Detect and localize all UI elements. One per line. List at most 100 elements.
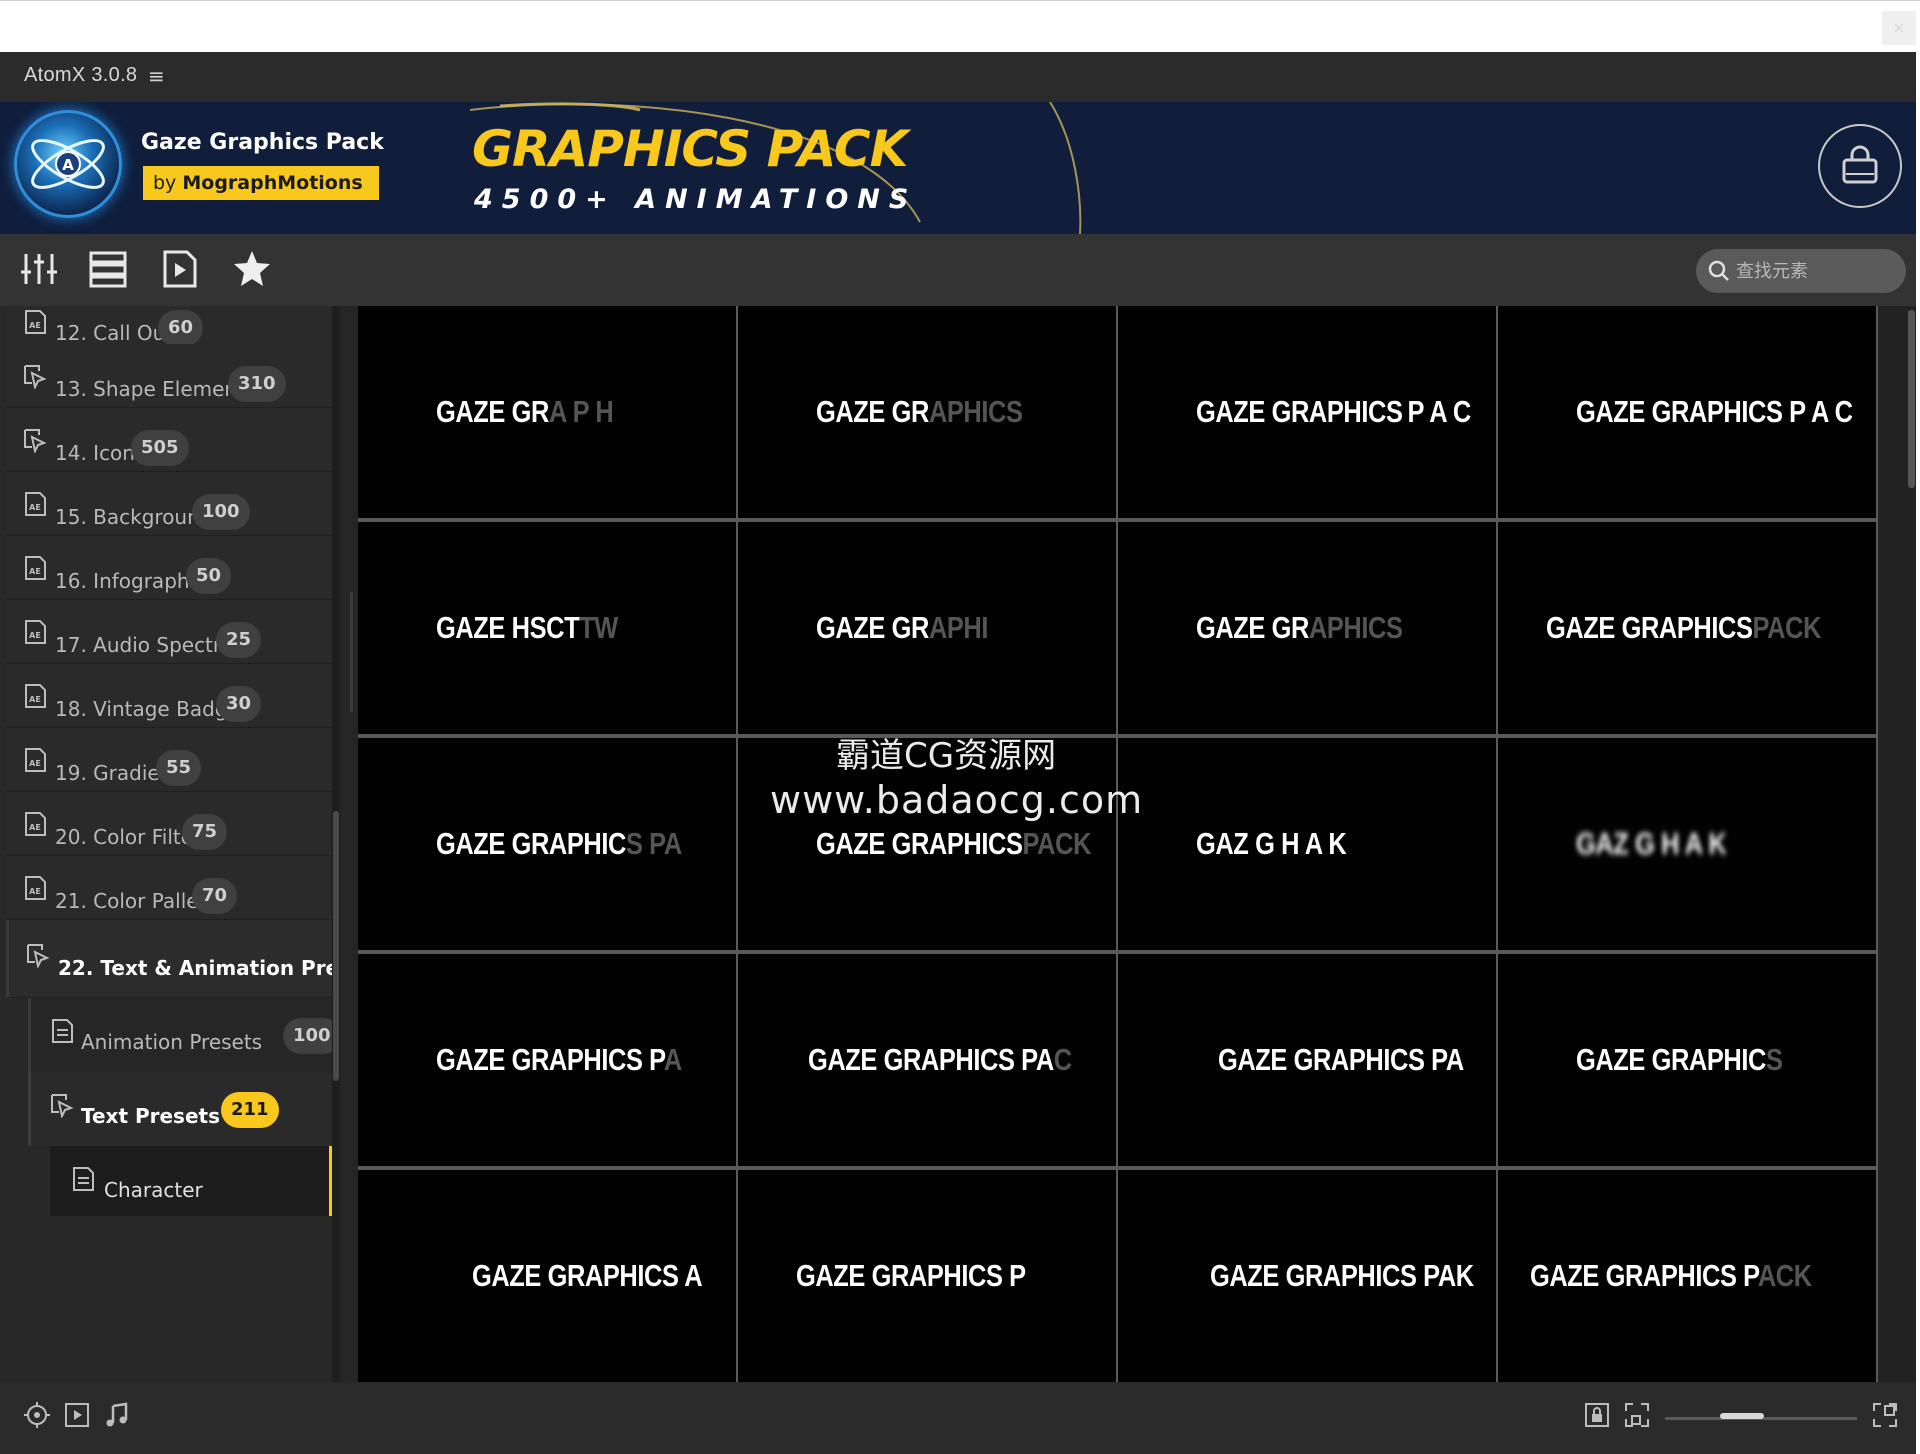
play-preview-button[interactable] <box>62 1400 92 1430</box>
sidebar-category-item[interactable]: 13. Shape Elements 310 <box>6 344 332 408</box>
ae-file-icon: AE <box>25 310 46 334</box>
store-button[interactable] <box>1818 124 1902 208</box>
preset-preview-tile[interactable]: GAZE GRAPHICS <box>1498 954 1876 1166</box>
list-view-button[interactable] <box>85 246 131 292</box>
preset-preview-fading-text: PACK <box>1752 610 1822 645</box>
preset-preview-tile[interactable]: GAZE GRAPHICS P <box>738 1170 1116 1382</box>
preset-preview-tile[interactable]: GAZE GRAPHICS <box>738 306 1116 518</box>
lock-button[interactable] <box>1582 1400 1612 1430</box>
preset-preview-text: GAZE GRAPHICS A <box>472 1170 703 1382</box>
preset-preview-tile[interactable]: GAZE GRAPHICS <box>1118 522 1496 734</box>
preset-preview-tile[interactable]: GAZE GRAPHICS P A C <box>1498 306 1876 518</box>
panel-divider[interactable] <box>340 306 358 1382</box>
sidebar-category-item[interactable]: AE 21. Color Palletes 70 <box>6 856 332 920</box>
star-icon <box>234 251 270 286</box>
audio-toggle-button[interactable] <box>102 1400 132 1430</box>
sidebar-category-item[interactable]: AE 19. Gradients 55 <box>6 728 332 792</box>
sidebar-leaf-label: Character <box>104 1178 203 1202</box>
preset-preview-tile[interactable]: GAZE GRAPHICS PAK <box>1118 1170 1496 1382</box>
preset-preview-extra-text: P A C <box>1407 394 1471 429</box>
sidebar-category-icon: AE <box>22 619 48 645</box>
preset-preview-text: GAZE GRAPHICS PA <box>436 738 682 950</box>
preset-preview-grid: GAZE GRA P H GAZE GRAPHICS GAZE GRAPHICS P … <box>358 306 1878 1382</box>
preset-preview-fading-text: A <box>663 1042 682 1077</box>
hamburger-menu-icon[interactable]: ≡ <box>148 64 165 88</box>
search-icon <box>1708 260 1729 281</box>
sidebar-subcategory-item[interactable]: Text Presets 211 <box>28 1072 332 1146</box>
expand-icon <box>1873 1403 1897 1427</box>
svg-text:AE: AE <box>29 631 41 640</box>
pack-author-name: MographMotions <box>182 172 363 194</box>
preset-preview-tile[interactable]: GAZ G H A K <box>1118 738 1496 950</box>
window-close-button[interactable]: × <box>1882 11 1916 45</box>
zoom-slider-handle[interactable] <box>1719 1413 1764 1419</box>
preset-preview-tile[interactable]: GAZE GRAPHICS PA <box>358 954 736 1166</box>
import-target-button[interactable] <box>22 1400 52 1430</box>
atom-logo: A <box>14 110 122 218</box>
preset-preview-text: GAZE HSCTTW <box>436 522 618 734</box>
sidebar-category-item[interactable]: AE 20. Color Filters 75 <box>6 792 332 856</box>
sidebar-category-label: 13. Shape Elements <box>55 377 256 401</box>
preset-preview-main-text: GAZE GR <box>436 394 549 429</box>
preset-preview-tile[interactable]: GAZE GRAPHICS PA <box>1118 954 1496 1166</box>
preset-preview-text: GAZE GRAPHICSPACK <box>1546 522 1821 734</box>
preset-preview-tile[interactable]: GAZE GRAPHICSPACK <box>1498 522 1876 734</box>
svg-text:AE: AE <box>29 759 41 768</box>
shape-icon <box>24 365 47 390</box>
preset-preview-main-text: GAZE GR <box>816 610 929 645</box>
sidebar-category-icon: AE <box>22 555 48 581</box>
preset-preview-tile[interactable]: GAZ G H A K <box>1498 738 1876 950</box>
atom-logo-icon: A <box>31 139 105 189</box>
preset-preview-tile[interactable]: GAZE GRAPHI <box>738 522 1116 734</box>
preset-preview-tile[interactable]: GAZE GRAPHICS PA <box>358 738 736 950</box>
preset-preview-fading-text: C <box>1053 1042 1072 1077</box>
doc-icon <box>73 1167 94 1191</box>
preset-preview-tile[interactable]: GAZE GRAPHICS P A C <box>1118 306 1496 518</box>
sidebar-category-item[interactable]: AE 17. Audio Spectrum 25 <box>6 600 332 664</box>
sidebar-category-item[interactable]: AE 15. Backgrounds 100 <box>6 472 332 536</box>
preset-preview-fading-text: APHI <box>928 610 989 645</box>
svg-text:AE: AE <box>29 823 41 832</box>
search-input[interactable] <box>1736 249 1896 293</box>
sidebar-subcategory-item[interactable]: Animation Presets 100 <box>28 998 340 1072</box>
search-box[interactable] <box>1696 249 1906 293</box>
sidebar-category-icon: AE <box>22 875 48 901</box>
fit-view-button[interactable] <box>1622 1400 1652 1430</box>
preset-preview-main-text: GAZE GRAPHICS PAK <box>1210 1258 1474 1293</box>
menubar: AtomX 3.0.8 ≡ <box>0 52 1916 102</box>
preview-file-button[interactable] <box>157 246 203 292</box>
preset-preview-tile[interactable]: GAZE GRA P H <box>358 306 736 518</box>
sidebar-category-count-badge: 60 <box>158 310 204 346</box>
pack-author: by MographMotions <box>143 166 379 200</box>
preset-preview-tile[interactable]: GAZE GRAPHICS PAC <box>738 954 1116 1166</box>
sidebar-category-item[interactable]: AE 18. Vintage Badges 30 <box>6 664 332 728</box>
watermark-text: 霸道CG资源网 <box>836 736 1057 776</box>
grid-scrollbar-thumb[interactable] <box>1908 310 1915 488</box>
sidebar-category-item[interactable]: AE 16. Infographics 50 <box>6 536 332 600</box>
expand-button[interactable] <box>1870 1400 1900 1430</box>
preset-preview-tile[interactable]: GAZE HSCTTW <box>358 522 736 734</box>
preset-preview-text: GAZ G H A K <box>1196 738 1347 950</box>
sidebar-category-icon: AE <box>22 747 48 773</box>
preset-preview-main-text: GAZE GRAPHICS <box>1196 394 1403 429</box>
favorites-button[interactable] <box>229 246 275 292</box>
sidebar-scrollbar-thumb[interactable] <box>333 811 339 1081</box>
shape-icon <box>24 429 47 454</box>
preset-preview-fading-text: PACK <box>1022 826 1092 861</box>
panel-divider-grip[interactable] <box>350 592 353 712</box>
sidebar-leaf-item-selected[interactable]: Character <box>50 1146 332 1216</box>
svg-text:A: A <box>62 156 74 174</box>
preset-preview-tile[interactable]: GAZE GRAPHICS PACK <box>1498 1170 1876 1382</box>
sidebar-category-count-badge: 100 <box>192 494 250 530</box>
preset-preview-text: GAZE GRAPHICS <box>1196 522 1403 734</box>
preset-preview-fading-text: TW <box>579 610 618 645</box>
sidebar-category-item[interactable]: 14. Icons 505 <box>6 408 332 472</box>
sidebar-category-expanded[interactable]: 22. Text & Animation Pres <box>6 920 340 998</box>
filter-tool-button[interactable] <box>16 246 62 292</box>
preset-preview-text: GAZE GRAPHICS PACK <box>1530 1170 1812 1382</box>
pack-author-prefix: by <box>153 172 183 194</box>
pack-banner: A Gaze Graphics Pack by MographMotions G… <box>0 102 1916 234</box>
preset-preview-fading-text: S <box>1765 1042 1783 1077</box>
preset-preview-tile[interactable]: GAZE GRAPHICS A <box>358 1170 736 1382</box>
sidebar-category-icon <box>22 427 48 454</box>
